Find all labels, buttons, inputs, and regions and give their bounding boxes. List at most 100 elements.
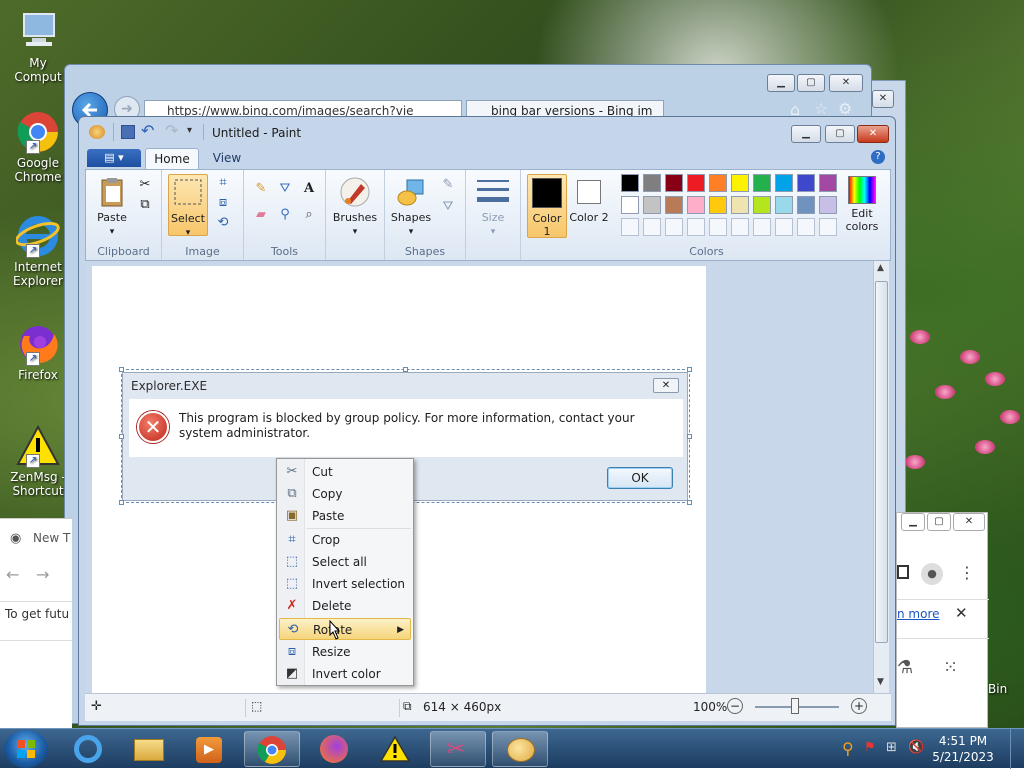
brushes-button[interactable]: Brushes ▾ xyxy=(330,174,380,238)
ok-button[interactable]: OK xyxy=(607,467,673,489)
palette-swatch[interactable] xyxy=(621,174,639,192)
taskbar-snipping-tool[interactable]: ✂ xyxy=(430,731,486,767)
menu-item-invert-selection[interactable]: ⬚ Invert selection xyxy=(279,573,411,595)
menu-item-delete[interactable]: ✗ Delete xyxy=(279,595,411,617)
resize-handle[interactable] xyxy=(687,367,692,372)
sidebar-icon[interactable] xyxy=(897,565,909,579)
pencil-icon[interactable]: ✎ xyxy=(252,180,270,198)
scroll-up-icon[interactable]: ▲ xyxy=(877,263,884,273)
paint-title-bar[interactable]: ↶ ↷ ▾ Untitled - Paint ▁ ▢ ✕ xyxy=(79,117,895,147)
redo-icon[interactable]: ↷ xyxy=(165,121,178,140)
magnifier-icon[interactable]: ⌕ xyxy=(300,206,318,224)
palette-swatch[interactable] xyxy=(687,174,705,192)
shapes-button[interactable]: Shapes ▾ xyxy=(387,174,435,238)
palette-swatch[interactable] xyxy=(709,174,727,192)
close-icon[interactable]: ✕ xyxy=(829,74,863,92)
taskbar-zenmsg[interactable] xyxy=(366,731,422,767)
close-icon[interactable]: ✕ xyxy=(955,604,968,622)
resize-handle[interactable] xyxy=(687,500,692,505)
outline-icon[interactable]: ✎ xyxy=(439,176,457,194)
custom-color-slot[interactable] xyxy=(819,218,837,236)
palette-swatch[interactable] xyxy=(621,196,639,214)
palette-swatch[interactable] xyxy=(775,174,793,192)
menu-item-resize[interactable]: ⧈ Resize xyxy=(279,641,411,663)
desktop-icon-internet-explorer[interactable]: ↗ Internet Explorer xyxy=(4,214,72,288)
custom-color-slot[interactable] xyxy=(709,218,727,236)
minimize-icon[interactable]: ▁ xyxy=(791,125,821,143)
menu-item-select-all[interactable]: ⬚ Select all xyxy=(279,551,411,573)
flag-icon[interactable]: ⚑ xyxy=(864,740,876,755)
resize-handle[interactable] xyxy=(687,434,692,439)
scroll-down-icon[interactable]: ▼ xyxy=(877,677,884,687)
custom-color-slot[interactable] xyxy=(643,218,661,236)
vertical-scrollbar[interactable]: ▲ ▼ xyxy=(873,261,889,693)
file-menu-button[interactable]: ▤ ▾ xyxy=(87,149,141,167)
custom-color-slot[interactable] xyxy=(775,218,793,236)
palette-swatch[interactable] xyxy=(687,196,705,214)
palette-swatch[interactable] xyxy=(819,196,837,214)
network-icon[interactable]: ⊞ xyxy=(886,740,897,755)
search-icon[interactable]: ⚲ xyxy=(842,739,854,758)
desktop-icon-my-computer[interactable]: My Comput xyxy=(4,10,72,84)
custom-color-slot[interactable] xyxy=(687,218,705,236)
minimize-icon[interactable]: ▁ xyxy=(901,513,925,531)
zoom-out-icon[interactable]: − xyxy=(727,698,743,714)
color1-button[interactable]: Color 1 xyxy=(527,174,567,238)
learn-more-link[interactable]: n more xyxy=(897,607,940,621)
menu-item-cut[interactable]: ✂ Cut xyxy=(279,461,411,483)
palette-swatch[interactable] xyxy=(797,174,815,192)
menu-item-copy[interactable]: ⧉ Copy xyxy=(279,483,411,505)
more-menu-icon[interactable]: ⋮ xyxy=(959,563,975,582)
labs-flask-icon[interactable]: ⚗ xyxy=(897,657,913,678)
resize-handle[interactable] xyxy=(119,434,124,439)
custom-color-slot[interactable] xyxy=(621,218,639,236)
palette-swatch[interactable] xyxy=(819,174,837,192)
start-button[interactable] xyxy=(4,730,48,768)
show-desktop-button[interactable] xyxy=(1010,729,1024,769)
taskbar-chrome[interactable] xyxy=(244,731,300,767)
desktop-icon-firefox[interactable]: ↗ Firefox xyxy=(4,322,72,382)
palette-swatch[interactable] xyxy=(797,196,815,214)
custom-color-slot[interactable] xyxy=(797,218,815,236)
close-icon[interactable]: ✕ xyxy=(953,513,985,531)
rotate-icon[interactable]: ⟲ xyxy=(214,214,232,232)
text-tool-icon[interactable]: A xyxy=(300,180,318,198)
taskbar-paint[interactable] xyxy=(492,731,548,767)
tab-view[interactable]: View xyxy=(205,148,249,169)
close-icon[interactable]: ✕ xyxy=(872,90,894,108)
minimize-icon[interactable]: ▁ xyxy=(767,74,795,92)
recycle-bin-label[interactable]: Bin xyxy=(988,682,1007,696)
tab-home[interactable]: Home xyxy=(145,148,199,169)
palette-swatch[interactable] xyxy=(709,196,727,214)
chrome-back-icon[interactable]: ← xyxy=(6,565,19,584)
maximize-icon[interactable]: ▢ xyxy=(797,74,825,92)
size-button[interactable]: Size ▾ xyxy=(470,174,516,238)
palette-swatch[interactable] xyxy=(665,196,683,214)
custom-color-slot[interactable] xyxy=(753,218,771,236)
clock[interactable]: 4:51 PM 5/21/2023 xyxy=(928,733,998,765)
paint-app-icon[interactable] xyxy=(89,125,105,139)
palette-swatch[interactable] xyxy=(643,196,661,214)
desktop-icon-chrome[interactable]: ↗ Google Chrome xyxy=(4,110,72,184)
zoom-in-icon[interactable]: + xyxy=(851,698,867,714)
custom-color-slot[interactable] xyxy=(665,218,683,236)
edit-colors-button[interactable]: Edit colors xyxy=(839,174,885,238)
resize-handle[interactable] xyxy=(403,367,408,372)
menu-item-rotate[interactable]: ⟲ Rotate ▶ xyxy=(279,618,411,640)
taskbar-firefox[interactable] xyxy=(306,731,362,767)
taskbar-media-player[interactable]: ▶ xyxy=(180,731,236,767)
taskbar-file-explorer[interactable] xyxy=(120,731,176,767)
palette-swatch[interactable] xyxy=(775,196,793,214)
palette-swatch[interactable] xyxy=(665,174,683,192)
scrollbar-thumb[interactable] xyxy=(875,281,888,643)
eraser-icon[interactable]: ▰ xyxy=(252,206,270,224)
paste-button[interactable]: Paste ▾ xyxy=(90,174,134,238)
menu-item-crop[interactable]: ⌗ Crop xyxy=(279,529,411,551)
palette-swatch[interactable] xyxy=(643,174,661,192)
volume-muted-icon[interactable]: 🔇 xyxy=(908,740,924,755)
profile-avatar-icon[interactable]: ● xyxy=(921,563,943,585)
palette-swatch[interactable] xyxy=(753,174,771,192)
color2-button[interactable]: Color 2 xyxy=(569,174,609,238)
resize-handle[interactable] xyxy=(119,367,124,372)
fill-bucket-icon[interactable]: ⛛ xyxy=(276,180,294,198)
